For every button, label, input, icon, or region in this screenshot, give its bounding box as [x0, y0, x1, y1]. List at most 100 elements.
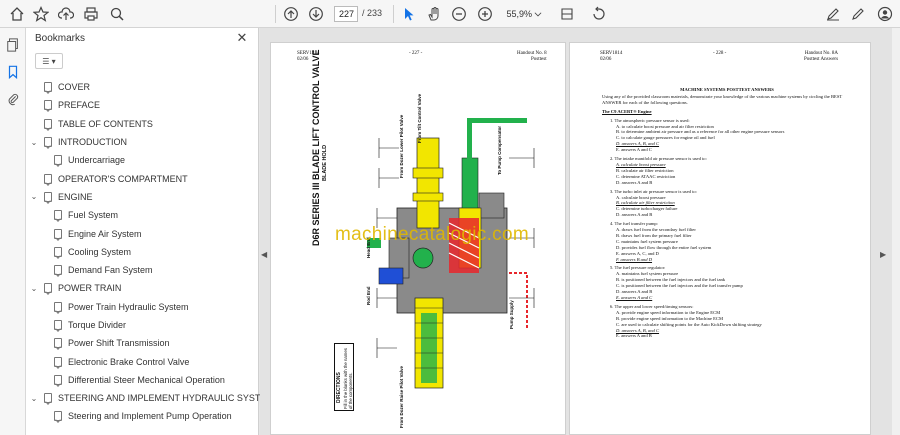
bookmark-icon — [54, 301, 62, 312]
bookmark-options-button[interactable]: ☰ ▾ — [35, 53, 63, 69]
bookmark-item[interactable]: Undercarriage — [26, 151, 248, 169]
bookmark-item[interactable]: ⌄ STEERING AND IMPLEMENT HYDRAULIC SYSTEM — [26, 389, 274, 407]
bookmark-label: Torque Divider — [68, 320, 127, 330]
bookmarks-panel-icon[interactable] — [4, 63, 22, 81]
diagram-title: D6R SERIES III BLADE LIFT CONTROL VALVE — [311, 49, 321, 246]
answers-intro: Using any of the provided classroom mate… — [602, 93, 843, 105]
bookmark-icon — [54, 320, 62, 330]
diagram-subtitle: BLADE HOLD — [322, 144, 328, 181]
chevron-down-icon[interactable]: ⌄ — [30, 138, 38, 147]
document-viewer[interactable]: ◀ SERV1814 02/06 - 227 - Handout No. 8 P… — [260, 28, 900, 435]
chevron-down-icon[interactable]: ⌄ — [30, 394, 38, 403]
bookmark-item[interactable]: Power Train Hydraulic System — [26, 298, 248, 316]
page-number-input[interactable]: 227 — [334, 6, 358, 22]
bookmark-label: STEERING AND IMPLEMENT HYDRAULIC SYSTEM — [58, 393, 274, 404]
bookmark-label: Engine Air System — [68, 228, 142, 239]
bookmark-item[interactable]: COVER — [26, 78, 248, 96]
answer-option: D. answers A and B — [616, 179, 653, 185]
bookmark-label: Steering and Implement Pump Operation — [68, 411, 232, 422]
zoom-out-icon[interactable] — [448, 3, 470, 25]
bookmark-item[interactable]: TABLE OF CONTENTS — [26, 115, 248, 133]
zoom-level-field[interactable]: 55,9% — [502, 6, 532, 22]
account-icon[interactable] — [874, 3, 896, 25]
bookmark-label: Differential Steer Mechanical Operation — [68, 374, 225, 385]
bookmark-icon — [54, 265, 62, 276]
hand-icon[interactable] — [423, 3, 445, 25]
bookmark-icon — [54, 210, 62, 221]
page-up-icon[interactable] — [280, 3, 302, 25]
bookmark-item[interactable]: Engine Air System — [26, 224, 248, 242]
bookmark-item[interactable]: ⌄ INTRODUCTION — [26, 133, 248, 151]
upload-icon[interactable] — [55, 3, 77, 25]
page-down-icon[interactable] — [305, 3, 327, 25]
cursor-icon[interactable] — [398, 3, 420, 25]
bookmark-item[interactable]: Demand Fan System — [26, 261, 248, 279]
page-header-left: SERV1814 02/06 — [600, 51, 623, 62]
collapse-right-arrow-icon[interactable]: ▶ — [880, 250, 886, 259]
search-icon[interactable] — [106, 3, 128, 25]
bookmark-item[interactable]: Torque Divider — [26, 316, 248, 334]
correct-answer-option: F. answers B and D — [616, 256, 653, 262]
bookmark-label: OPERATOR'S COMPARTMENT — [58, 173, 188, 184]
home-icon[interactable] — [6, 3, 28, 25]
bookmark-label: Power Shift Transmission — [68, 338, 170, 349]
answer-option: E. answers A and C — [616, 147, 652, 153]
bookmark-label: Demand Fan System — [68, 265, 153, 276]
chevron-down-icon[interactable]: ⌄ — [30, 284, 38, 293]
bookmark-item[interactable]: Differential Steer Mechanical Operation — [26, 371, 248, 389]
bookmark-label: TABLE OF CONTENTS — [58, 118, 153, 129]
bookmark-label: Fuel System — [68, 210, 119, 221]
bookmark-item[interactable]: Fuel System — [26, 206, 248, 224]
bookmark-label: PREFACE — [58, 100, 101, 111]
fit-page-icon[interactable] — [556, 3, 578, 25]
bookmark-icon — [54, 228, 62, 239]
rotate-icon[interactable] — [588, 3, 610, 25]
directions-text: Fill in the blanks with the names of the… — [343, 348, 353, 409]
chevron-down-icon[interactable]: ⌄ — [30, 192, 38, 201]
bookmark-icon — [44, 283, 52, 294]
attachments-paperclip-icon[interactable] — [4, 90, 22, 108]
bookmark-item[interactable]: Steering and Implement Pump Operation — [26, 407, 248, 425]
print-icon[interactable] — [80, 3, 102, 25]
posttest-answers-body: MACHINE SYSTEMS POSTTEST ANSWERS Using a… — [602, 87, 852, 339]
bookmark-icon — [54, 411, 62, 422]
bookmark-icon — [54, 374, 62, 385]
bookmark-icon — [44, 173, 52, 184]
bookmark-item[interactable]: ⌄ ENGINE — [26, 188, 248, 206]
answer-option: E. answers A and B — [616, 333, 652, 339]
answer-option: D. answers A and B — [616, 212, 653, 218]
bookmark-icon — [54, 356, 62, 367]
correct-answer-option: E. answers A and C — [616, 295, 653, 300]
bookmark-label: POWER TRAIN — [58, 283, 122, 294]
bookmark-item[interactable]: Cooling System — [26, 243, 248, 261]
bookmark-label: Cooling System — [68, 246, 132, 257]
bookmark-item[interactable]: OPERATOR'S COMPARTMENT — [26, 169, 248, 187]
bookmark-icon — [44, 137, 52, 148]
section-heading: The C9 ACERT® Engine — [602, 108, 652, 114]
page-228: SERV1814 02/06 - 228 - Handout No. 8A Po… — [569, 42, 871, 435]
bookmark-item[interactable]: PREFACE — [26, 96, 248, 114]
zoom-dropdown-chevron-icon[interactable] — [533, 3, 543, 25]
viewer-scrollbar[interactable] — [892, 28, 900, 435]
label-pump-supply: Pump Supply — [509, 300, 514, 329]
question-list: 1. The atmospheric pressure sensor is us… — [602, 118, 852, 340]
bookmark-star-icon[interactable] — [30, 3, 52, 25]
edit-icon[interactable] — [847, 3, 869, 25]
page-header-right: Handout No. 8 Posttest — [517, 51, 547, 62]
label-to-pump-compensator: To Pump Compensator — [497, 125, 502, 175]
bookmark-label: COVER — [58, 82, 91, 93]
zoom-in-icon[interactable] — [474, 3, 496, 25]
bookmark-item[interactable]: ⌄ POWER TRAIN — [26, 279, 248, 297]
comment-pen-icon[interactable] — [822, 3, 844, 25]
left-tool-rail — [0, 28, 26, 435]
pages-thumbnail-icon[interactable] — [4, 36, 22, 54]
collapse-left-arrow-icon[interactable]: ◀ — [261, 250, 267, 259]
label-from-tilt-valve: From Tilt Control Valve — [417, 93, 422, 143]
bookmark-list: COVER PREFACE TABLE OF CONTENTS ⌄ INTRODUCTI… — [26, 78, 274, 426]
bookmark-item[interactable]: Power Shift Transmission — [26, 334, 248, 352]
valve-diagram — [367, 118, 535, 389]
bookmark-icon — [44, 191, 52, 202]
bookmark-item[interactable]: Electronic Brake Control Valve — [26, 352, 248, 370]
bookmark-icon — [54, 155, 62, 166]
close-icon[interactable]: ✕ — [234, 30, 250, 46]
